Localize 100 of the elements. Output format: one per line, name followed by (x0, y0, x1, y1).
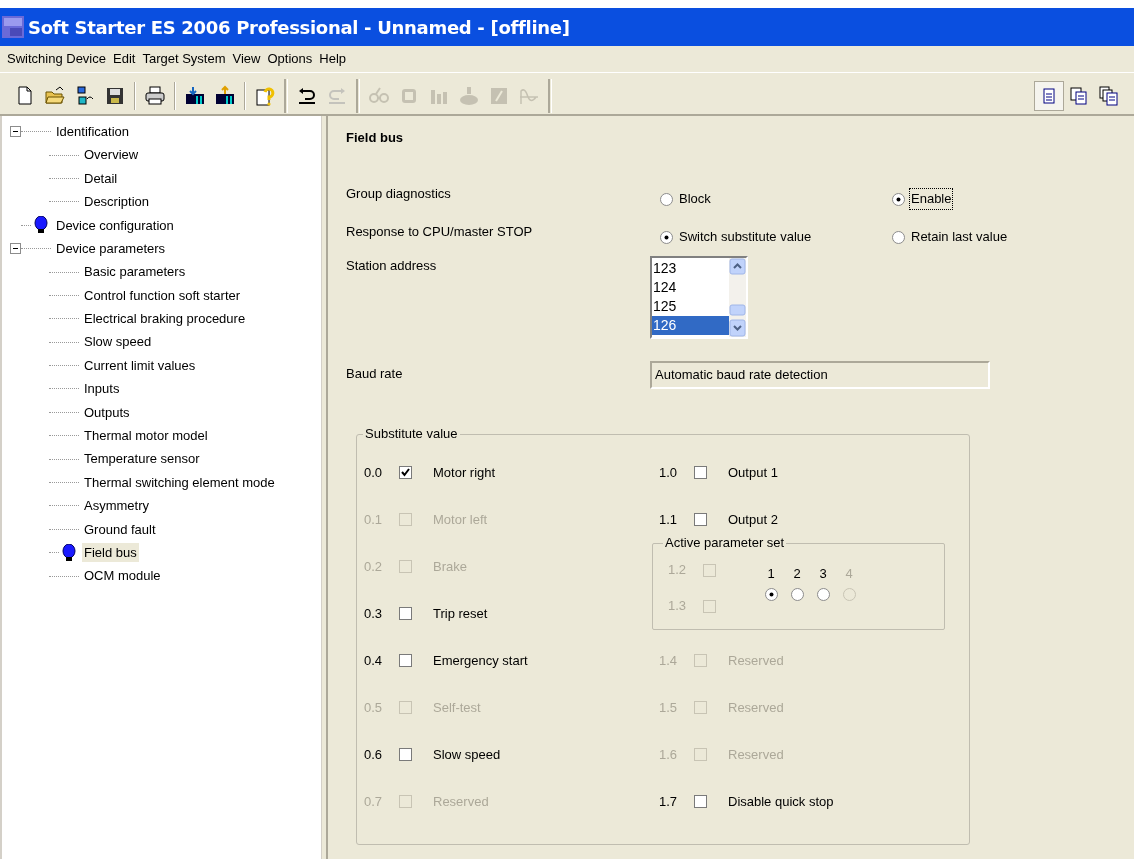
radio-button[interactable] (764, 588, 778, 601)
menu-item[interactable]: View (231, 49, 262, 69)
radio-button[interactable] (816, 588, 830, 601)
bit-number: 0.3 (364, 604, 384, 623)
field-label: Group diagnostics (346, 185, 452, 203)
tree-item[interactable]: Thermal switching element mode (82, 472, 277, 493)
tree-item[interactable]: Detail (82, 168, 120, 189)
checkbox-label: Slow speed (433, 745, 501, 764)
bit-number: 0.5 (364, 698, 384, 717)
stacked-pages-icon[interactable] (1098, 85, 1120, 107)
tree-item[interactable]: Overview (82, 145, 141, 165)
tree-item[interactable]: OCM module (82, 566, 163, 586)
section-heading: Field bus (346, 129, 405, 147)
list-item[interactable]: 125 (652, 297, 729, 316)
bit-number: 1.2 (668, 561, 688, 580)
menu-item[interactable]: Target System (141, 49, 227, 69)
radio-label: Retain last value (910, 228, 1009, 247)
undo-icon[interactable] (296, 85, 318, 107)
tree-item[interactable]: Ground fault (82, 519, 158, 540)
checkbox-label: Trip reset (433, 604, 488, 623)
bit-number: 0.7 (364, 792, 384, 811)
bit-number: 1.0 (659, 463, 679, 482)
menu-item[interactable]: Help (318, 49, 347, 69)
tree-item[interactable]: Electrical braking procedure (82, 309, 248, 329)
download-bars-icon[interactable] (184, 85, 206, 107)
checkbox-label: Reserved (728, 651, 784, 670)
tree-item[interactable]: Asymmetry (82, 496, 151, 516)
tree-item[interactable]: Control function soft starter (82, 285, 243, 306)
option-label: 1 (767, 566, 775, 582)
list-item[interactable]: 123 (652, 259, 729, 278)
tree-item[interactable]: Thermal motor model (82, 426, 210, 446)
tree-item[interactable]: Device parameters (54, 238, 168, 259)
device-transfer-icon[interactable] (74, 85, 96, 107)
folder-icon[interactable] (44, 85, 66, 107)
radio-button[interactable] (892, 230, 905, 244)
tree-item[interactable]: Outputs (82, 402, 132, 423)
bit-number: 0.2 (364, 557, 384, 576)
checkbox[interactable] (694, 466, 707, 479)
option-label: 3 (819, 566, 827, 582)
tree-item[interactable]: Identification (54, 121, 131, 142)
app-icon (2, 16, 24, 38)
radio-label: Block (678, 190, 712, 209)
checkbox[interactable] (399, 748, 412, 761)
checkbox[interactable] (399, 466, 412, 479)
tree-item[interactable]: Field bus (82, 542, 139, 563)
checkbox-label: Motor left (433, 510, 488, 529)
bit-number: 1.6 (659, 745, 679, 764)
help-icon[interactable] (254, 85, 276, 107)
tree-item[interactable]: Temperature sensor (82, 449, 202, 469)
bit-number: 1.5 (659, 698, 679, 717)
upload-bars-icon[interactable] (214, 85, 236, 107)
radio-label: Switch substitute value (678, 228, 813, 247)
checkbox-label: Reserved (433, 792, 489, 811)
checkbox-label: Self-test (433, 698, 481, 717)
tree-item[interactable]: Basic parameters (82, 262, 188, 282)
radio-button[interactable] (660, 192, 673, 206)
bit-number: 0.4 (364, 651, 384, 670)
menu-item[interactable]: Switching Device (6, 49, 107, 69)
tree-item[interactable]: Slow speed (82, 332, 154, 352)
tree-item[interactable]: Current limit values (82, 355, 198, 376)
field-label: Station address (346, 257, 438, 275)
collapse-toggle[interactable] (10, 243, 21, 255)
tree-item[interactable]: Inputs (82, 379, 122, 399)
checkbox-label: Output 2 (728, 510, 778, 529)
bit-number: 0.6 (364, 745, 384, 764)
checkbox[interactable] (694, 513, 707, 526)
collapse-toggle[interactable] (10, 126, 21, 138)
bit-number: 0.0 (364, 463, 384, 482)
checkbox-label: Brake (433, 557, 467, 576)
bit-number: 1.1 (659, 510, 679, 529)
pages-icon[interactable] (1068, 85, 1090, 107)
checkbox[interactable] (399, 607, 412, 620)
list-item[interactable]: 126 (652, 316, 729, 335)
window-title: Soft Starter ES 2006 Professional - Unnamed - [offline] (28, 15, 570, 40)
bit-number: 1.4 (659, 651, 679, 670)
checkbox-label: Emergency start (433, 651, 528, 670)
option-label: 4 (845, 566, 853, 582)
menu-item[interactable]: Edit (112, 49, 137, 69)
tree-item[interactable]: Description (82, 192, 152, 212)
checkbox-label: Reserved (728, 745, 784, 764)
printer-icon[interactable] (144, 85, 166, 107)
menu-item[interactable]: Options (266, 49, 314, 69)
radio-button[interactable] (790, 588, 804, 601)
group-title: Active parameter set (663, 535, 787, 551)
save-icon[interactable] (104, 85, 126, 107)
list-item[interactable]: 124 (652, 278, 729, 297)
radio-label: Enable (910, 189, 953, 209)
bit-number: 1.3 (668, 597, 688, 616)
tree-item[interactable]: Device configuration (54, 215, 176, 235)
checkbox-label: Motor right (433, 463, 496, 482)
checkbox[interactable] (694, 795, 707, 808)
checkbox[interactable] (399, 654, 412, 667)
station-address-list[interactable]: 123 124 125 126 (650, 256, 748, 339)
checkbox-label: Output 1 (728, 463, 778, 482)
scrollbar[interactable] (729, 258, 746, 337)
radio-button[interactable] (660, 230, 673, 244)
baud-rate-field: Automatic baud rate detection (650, 361, 990, 389)
bit-number: 0.1 (364, 510, 384, 529)
checkbox-label: Reserved (728, 698, 784, 717)
radio-button[interactable] (892, 192, 905, 206)
